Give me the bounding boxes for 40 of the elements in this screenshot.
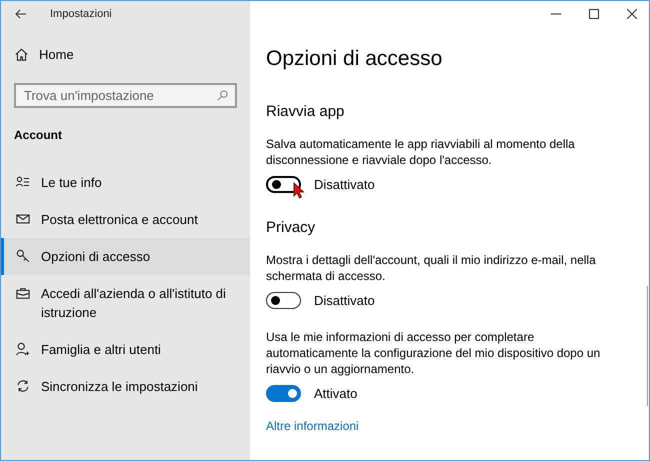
nav-item[interactable]: Famiglia e altri utenti [1, 330, 250, 368]
sync-icon [16, 378, 30, 392]
nav-item-label: Le tue info [41, 174, 103, 192]
nav-item[interactable]: Le tue info [1, 164, 250, 200]
back-arrow-icon[interactable] [15, 9, 27, 19]
toggle-state-label: Disattivato [314, 176, 375, 194]
maximize-icon[interactable] [589, 9, 599, 19]
toggle-switch[interactable] [266, 292, 301, 310]
toggle-state-label: Disattivato [314, 292, 375, 310]
mail-icon [16, 212, 30, 226]
toggle-state-label: Attivato [314, 384, 358, 402]
section-heading: Account [14, 126, 62, 144]
scrollbar[interactable] [647, 286, 648, 406]
person-add-icon [16, 342, 30, 356]
home-icon [15, 48, 28, 62]
toggle-switch[interactable] [266, 384, 301, 402]
section-heading: Privacy [266, 218, 316, 238]
window-title: Impostazioni [50, 6, 112, 22]
nav-item[interactable]: Sincronizza le impostazioni [1, 368, 250, 404]
more-info-link[interactable]: Altre informazioni [266, 417, 359, 435]
close-icon[interactable] [627, 9, 637, 19]
page-title: Opzioni di accesso [266, 46, 442, 72]
nav-item[interactable]: Accedi all'azienda o all'istituto di istruzione [1, 274, 250, 330]
nav-item-label: Opzioni di accesso [41, 248, 152, 266]
search-icon [217, 90, 228, 100]
setting-description: Salva automaticamente le app riavviabili al momento della disconnessione e riavviale dopo l'accesso. [266, 136, 576, 168]
nav-item[interactable]: Posta elettronica e account [1, 200, 250, 238]
briefcase-icon [16, 286, 30, 300]
nav-item-label: Sincronizza le impostazioni [41, 378, 199, 396]
nav-item-label: Posta elettronica e account [41, 210, 199, 228]
setting-description: Mostra i dettagli dell'account, quali il mio indirizzo e-mail, nella schermata di accesso. [266, 252, 597, 284]
setting-description: Usa le mie informazioni di accesso per completare automaticamente la configurazione del mio dispositivo dopo un riavvio o un aggiornamento. [266, 328, 602, 376]
section-heading: Riavvia app [266, 102, 344, 122]
nav-item-label: Accedi all'azienda o all'istituto di istruzione [41, 284, 227, 322]
search-field[interactable]: Trova un'impostazione [14, 82, 237, 108]
key-icon [16, 248, 30, 262]
person-list-icon [16, 174, 30, 188]
home-link[interactable]: Home [39, 45, 74, 64]
nav-item[interactable]: Opzioni di accesso [1, 238, 250, 274]
nav-item-label: Famiglia e altri utenti [41, 340, 162, 358]
